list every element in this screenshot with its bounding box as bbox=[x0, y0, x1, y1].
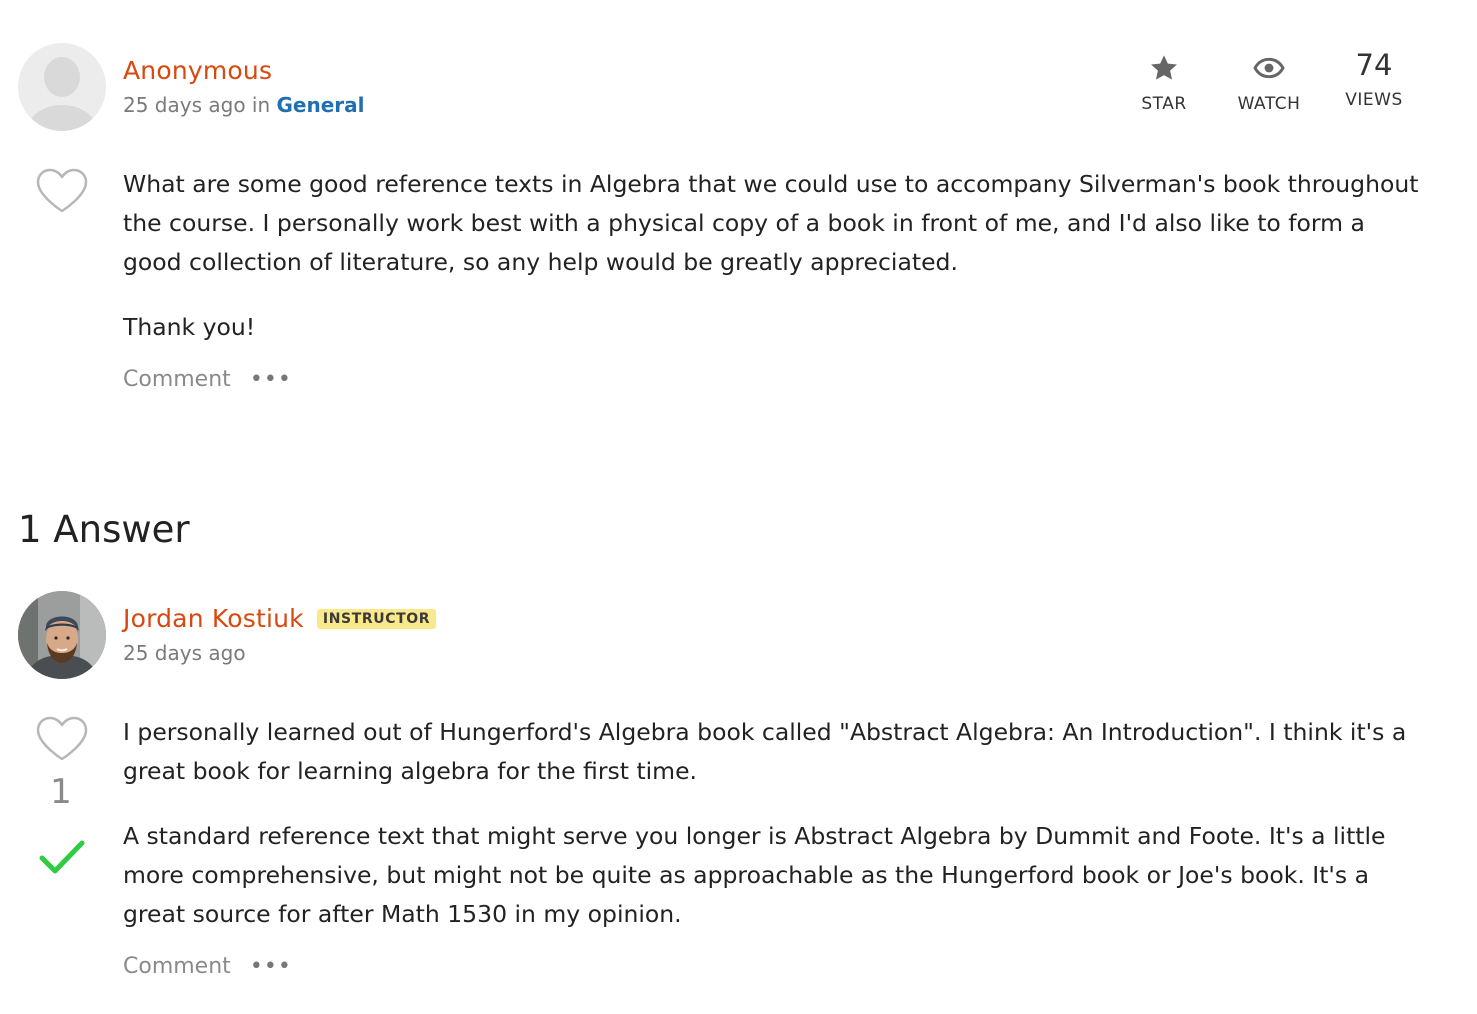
answer-author[interactable]: Jordan Kostiuk bbox=[123, 604, 304, 633]
answer-body: I personally learned out of Hungerford's… bbox=[123, 713, 1423, 934]
heart-icon bbox=[36, 716, 88, 761]
question-avatar[interactable] bbox=[18, 43, 106, 131]
answer-vote-count: 1 bbox=[50, 772, 72, 812]
question-meta: 25 days ago in General bbox=[123, 93, 365, 117]
avatar-photo-art bbox=[18, 591, 106, 679]
question-actions: Comment ••• bbox=[123, 367, 292, 392]
star-icon bbox=[1151, 55, 1177, 80]
user-photo-avatar[interactable] bbox=[18, 591, 106, 679]
answer-paragraph: I personally learned out of Hungerford's… bbox=[123, 718, 1407, 785]
answer-actions: Comment ••• bbox=[123, 954, 292, 979]
question-body: What are some good reference texts in Al… bbox=[123, 165, 1423, 347]
in-word: in bbox=[251, 93, 271, 117]
watch-button[interactable]: WATCH bbox=[1228, 52, 1310, 114]
views-count: 74 bbox=[1355, 48, 1393, 82]
accepted-answer-indicator bbox=[38, 838, 86, 882]
star-label: STAR bbox=[1141, 94, 1187, 114]
answer-time: 25 days ago bbox=[123, 641, 246, 665]
answer-author-row: Jordan Kostiuk INSTRUCTOR bbox=[123, 604, 437, 633]
answer-comment-button[interactable]: Comment bbox=[123, 954, 231, 979]
question-like-button[interactable] bbox=[35, 167, 89, 219]
question-paragraph: Thank you! bbox=[123, 313, 256, 341]
question-time: 25 days ago bbox=[123, 93, 246, 117]
heart-icon bbox=[36, 168, 88, 213]
star-button[interactable]: STAR bbox=[1128, 52, 1200, 114]
views-label: VIEWS bbox=[1345, 90, 1403, 110]
answer-paragraph: A standard reference text that might ser… bbox=[123, 822, 1386, 928]
category-link[interactable]: General bbox=[277, 93, 365, 117]
question-comment-button[interactable]: Comment bbox=[123, 367, 231, 392]
answer-like-button[interactable] bbox=[35, 715, 89, 767]
answer-more-button[interactable]: ••• bbox=[250, 954, 292, 979]
watch-label: WATCH bbox=[1237, 94, 1301, 114]
eye-icon bbox=[1253, 57, 1285, 79]
default-avatar-icon bbox=[18, 43, 106, 131]
question-author[interactable]: Anonymous bbox=[123, 56, 272, 85]
answers-heading: 1 Answer bbox=[18, 508, 190, 551]
checkmark-icon bbox=[39, 840, 85, 874]
question-paragraph: What are some good reference texts in Al… bbox=[123, 170, 1419, 276]
question-more-button[interactable]: ••• bbox=[250, 367, 292, 392]
views-stat: 74 VIEWS bbox=[1336, 48, 1412, 110]
instructor-badge: INSTRUCTOR bbox=[316, 609, 437, 629]
